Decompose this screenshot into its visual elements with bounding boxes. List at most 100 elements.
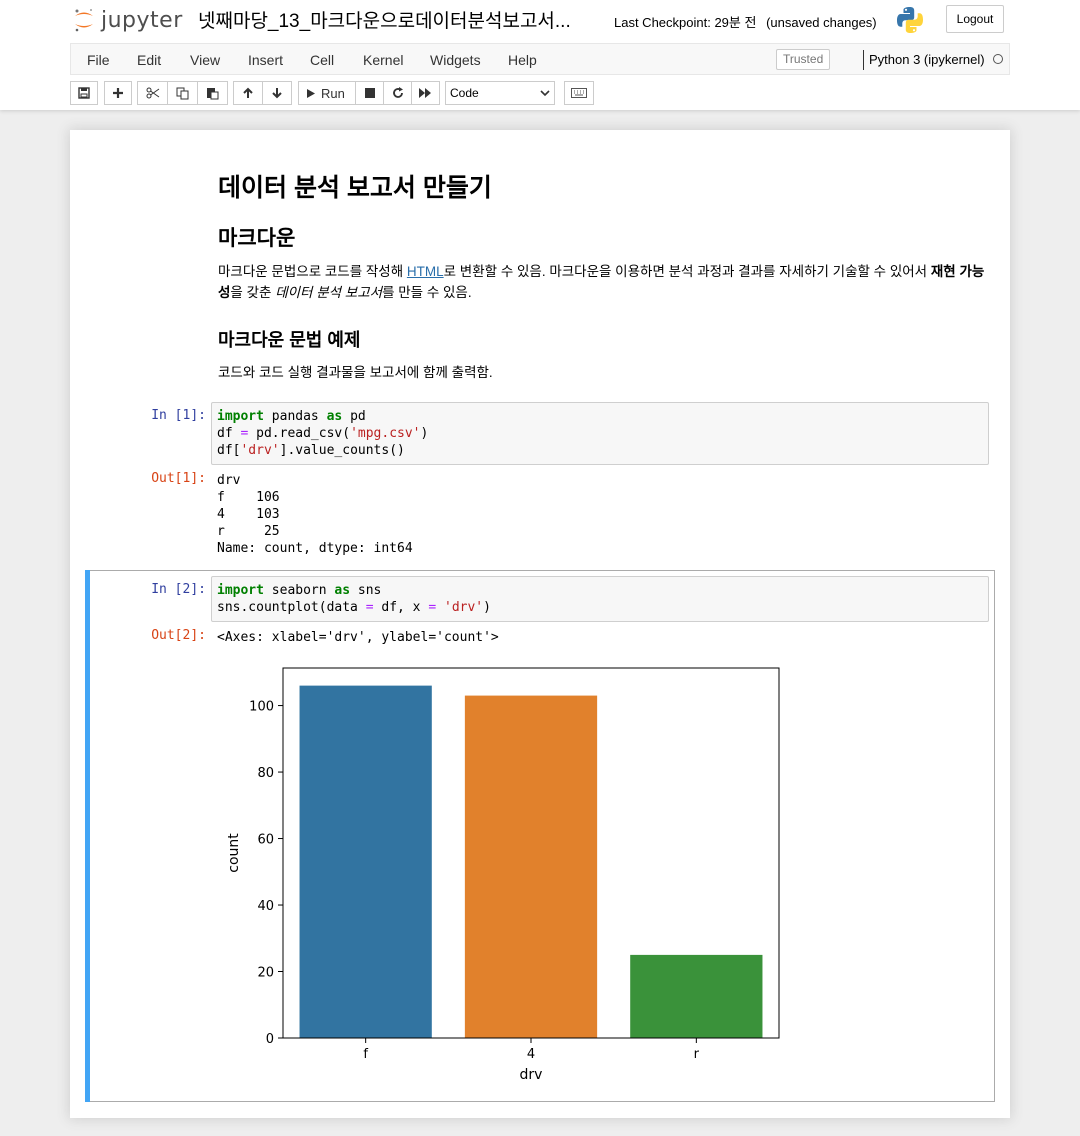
jupyter-logo-icon: [75, 9, 93, 32]
code-token: pd.read_csv(: [248, 426, 351, 441]
code-token: seaborn: [263, 583, 335, 598]
last-checkpoint: Last Checkpoint: 29분 전: [614, 15, 757, 30]
save-button[interactable]: [70, 81, 98, 105]
code-token: df[: [217, 443, 241, 458]
cell-output-2: <Axes: xlabel='drv', ylabel='count'>: [217, 630, 499, 645]
paste-button[interactable]: [197, 81, 228, 105]
paragraph-text: 로 변환할 수 있음. 마크다운을 이용하면 분석 과정과 결과를 자세하기 기…: [443, 264, 931, 279]
code-cell-input-2[interactable]: import seaborn as sns sns.countplot(data…: [211, 576, 989, 622]
cut-button[interactable]: [137, 81, 168, 105]
code-token: as: [334, 583, 351, 598]
keyboard-icon: [571, 88, 587, 98]
code-token: 'mpg.csv': [350, 426, 421, 441]
bar-4: [464, 695, 598, 1038]
arrow-up-icon: [243, 87, 253, 98]
stop-icon: [364, 88, 375, 98]
code-token: =: [365, 600, 374, 615]
paragraph-text: 를 만들 수 있음.: [382, 285, 472, 300]
code-editor-1[interactable]: import pandas as pd df = pd.read_csv('mp…: [212, 403, 988, 459]
paragraph-text: 마크다운 문법으로 코드를 작성해: [218, 264, 407, 279]
jupyter-logo[interactable]: jupyter: [73, 4, 183, 36]
python-logo-icon: [897, 7, 923, 33]
markdown-heading-1: 데이터 분석 보고서 만들기: [218, 174, 492, 202]
markdown-heading-3: 마크다운 문법 예제: [218, 330, 361, 350]
restart-icon: [392, 87, 403, 98]
copy-button[interactable]: [167, 81, 198, 105]
logout-button[interactable]: Logout: [946, 5, 1004, 33]
run-icon: [307, 88, 315, 98]
y-tick-label: 100: [249, 700, 274, 715]
cell-output-1: drv f 106 4 103 r 25 Name: count, dtype:…: [217, 473, 413, 556]
code-token: df: [217, 426, 241, 441]
kernel-name[interactable]: Python 3 (ipykernel): [869, 52, 985, 67]
interrupt-button[interactable]: [355, 81, 384, 105]
output-prompt-1: Out[1]:: [151, 471, 206, 486]
html-link[interactable]: HTML: [407, 264, 444, 279]
paste-icon: [207, 87, 219, 99]
plus-icon: [113, 88, 123, 98]
notebook-header: jupyter 넷째마당_13_마크다운으로데이터분석보고서... Last C…: [0, 0, 1080, 110]
move-up-button[interactable]: [233, 81, 263, 105]
input-prompt-2: In [2]:: [151, 582, 206, 597]
input-prompt-1: In [1]:: [151, 408, 206, 423]
y-tick-label: 60: [257, 833, 274, 848]
chevron-down-icon: [540, 90, 550, 97]
kernel-idle-indicator-icon: [993, 54, 1003, 64]
cell-type-value: Code: [450, 86, 479, 100]
move-down-button[interactable]: [262, 81, 292, 105]
code-editor-2[interactable]: import seaborn as sns sns.countplot(data…: [212, 577, 988, 616]
notebook-title[interactable]: 넷째마당_13_마크다운으로데이터분석보고서...: [198, 6, 602, 33]
y-axis-label: count: [226, 833, 242, 873]
command-palette-button[interactable]: [564, 81, 594, 105]
code-token: ): [420, 426, 429, 441]
markdown-paragraph-2: 코드와 코드 실행 결과물을 보고서에 함께 출력함.: [218, 365, 493, 380]
y-tick-label: 20: [257, 966, 274, 981]
code-token: sns.countplot(data: [217, 600, 366, 615]
menu-file[interactable]: File: [87, 52, 110, 68]
code-token: import: [217, 583, 264, 598]
code-token: ].value_counts(): [279, 443, 405, 458]
y-tick-label: 40: [257, 899, 274, 914]
cell-type-select[interactable]: Code: [445, 81, 555, 105]
jupyter-logo-text: jupyter: [101, 7, 183, 33]
trusted-indicator[interactable]: Trusted: [776, 49, 831, 70]
arrow-down-icon: [272, 88, 282, 99]
paragraph-text: 을 갖춘: [230, 285, 276, 300]
menu-edit[interactable]: Edit: [137, 52, 161, 68]
selection-indicator-bar: [85, 570, 90, 1102]
code-token: 'drv': [240, 443, 280, 458]
autosave-status: (unsaved changes): [766, 15, 877, 30]
code-token: df, x: [373, 600, 429, 615]
menu-kernel[interactable]: Kernel: [363, 52, 403, 68]
fast-forward-icon: [419, 88, 431, 98]
x-axis-label: drv: [520, 1067, 543, 1083]
x-tick-label: 4: [527, 1047, 535, 1062]
code-token: pd: [342, 409, 366, 424]
code-token: 'drv': [444, 600, 484, 615]
code-token: =: [428, 600, 437, 615]
code-token: as: [326, 409, 343, 424]
italic-text: 데이터 분석 보고서: [275, 285, 383, 300]
run-button[interactable]: Run: [298, 81, 356, 105]
restart-run-all-button[interactable]: [411, 81, 440, 105]
code-cell-input-1[interactable]: import pandas as pd df = pd.read_csv('mp…: [211, 402, 989, 465]
copy-icon: [176, 87, 189, 99]
restart-button[interactable]: [383, 81, 412, 105]
y-tick-label: 80: [257, 766, 274, 781]
bar-r: [630, 954, 763, 1038]
code-token: ): [483, 600, 491, 615]
menu-insert[interactable]: Insert: [248, 52, 283, 68]
menu-cell[interactable]: Cell: [310, 52, 334, 68]
menu-widgets[interactable]: Widgets: [430, 52, 481, 68]
code-token: pandas: [263, 409, 327, 424]
run-label: Run: [321, 85, 345, 101]
markdown-paragraph-1: 마크다운 문법으로 코드를 작성해 HTML로 변환할 수 있음. 마크다운을 …: [218, 261, 988, 303]
countplot-chart: f 4 r 0 20 40 60 80 100 drv count: [226, 667, 780, 1083]
insert-cell-button[interactable]: [104, 81, 132, 105]
menu-help[interactable]: Help: [508, 52, 537, 68]
y-tick-label: 0: [266, 1032, 274, 1047]
code-token: import: [217, 409, 264, 424]
menu-view[interactable]: View: [190, 52, 220, 68]
save-icon: [78, 87, 90, 99]
